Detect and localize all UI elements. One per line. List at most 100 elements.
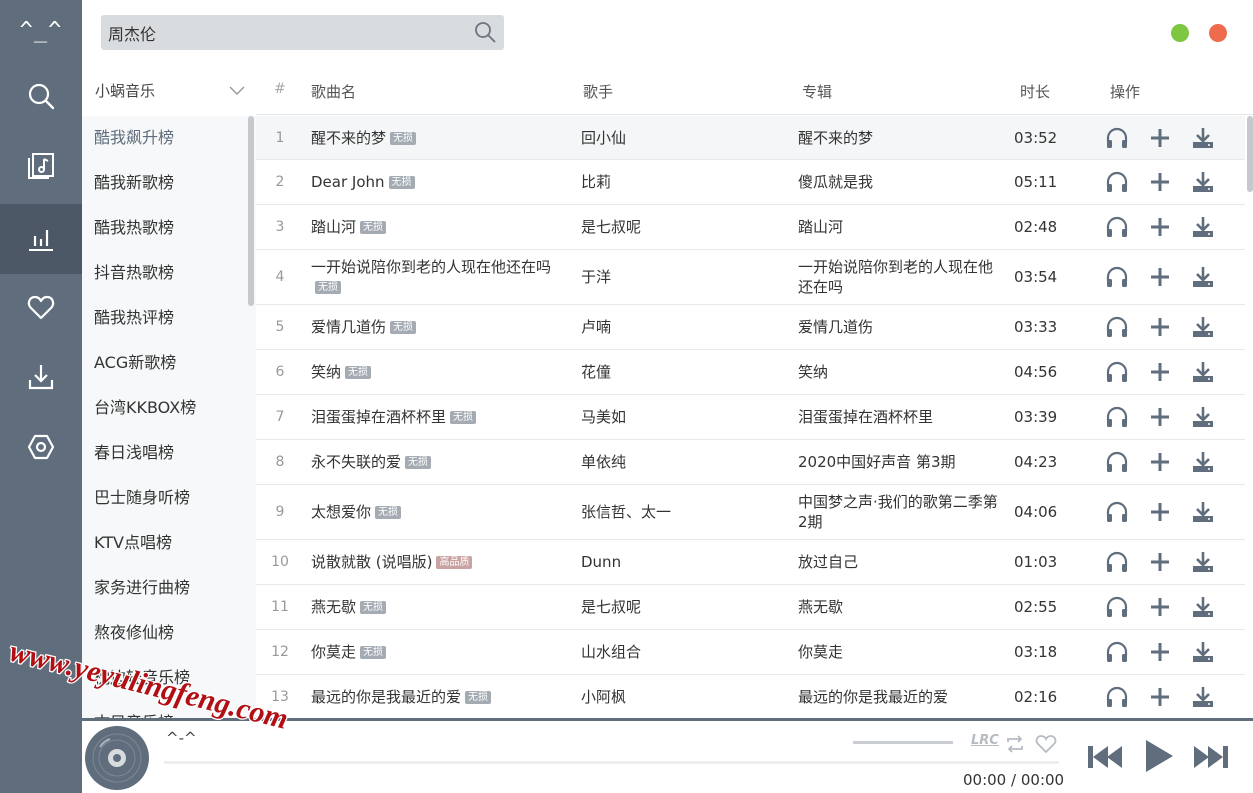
download-icon (1193, 127, 1213, 148)
nav-settings[interactable] (0, 412, 82, 482)
rank-item[interactable]: 台湾KKBOX榜 (94, 393, 196, 423)
headphones-button[interactable] (1104, 499, 1130, 525)
rank-list-scrollbar[interactable] (248, 116, 254, 306)
nav-favorites[interactable] (0, 272, 82, 342)
table-row[interactable]: 3 踏山河 无损 是七叔呢 踏山河 02:48 (256, 205, 1245, 250)
table-row[interactable]: 7 泪蛋蛋掉在酒杯杯里 无损 马美如 泪蛋蛋掉在酒杯杯里 03:39 (256, 395, 1245, 440)
table-row[interactable]: 8 永不失联的爱 无损 单依纯 2020中国好声音 第3期 04:23 (256, 440, 1245, 485)
song-name-text: 一开始说陪你到老的人现在他还在吗 (311, 258, 552, 276)
download-button[interactable] (1190, 404, 1216, 430)
previous-track-button[interactable] (1087, 741, 1125, 773)
song-name: 太想爱你 无损 (311, 502, 566, 522)
quality-badge: 无损 (375, 506, 402, 519)
row-actions (1102, 684, 1232, 710)
rank-item[interactable]: ACG新歌榜 (94, 348, 176, 378)
lyrics-toggle[interactable]: LRC (971, 733, 999, 755)
rank-item[interactable]: 酷我飙升榜 (94, 123, 174, 153)
song-album: 傻瓜就是我 (798, 173, 874, 191)
table-row[interactable]: 4 一开始说陪你到老的人现在他还在吗无损 于洋 一开始说陪你到老的人现在他还在吗 03:… (256, 250, 1245, 305)
rank-item[interactable]: 春日浅唱榜 (94, 438, 174, 468)
table-row[interactable]: 2 Dear John 无损 比莉 傻瓜就是我 05:11 (256, 160, 1245, 205)
add-button[interactable] (1147, 314, 1173, 340)
add-button[interactable] (1147, 684, 1173, 710)
song-duration: 02:16 (1014, 688, 1058, 706)
table-row[interactable]: 13 最远的你是我最近的爱 无损 小阿枫 最远的你是我最近的爱 02:16 (256, 675, 1245, 718)
add-icon (1151, 128, 1169, 147)
headphones-button[interactable] (1104, 594, 1130, 620)
download-button[interactable] (1190, 125, 1216, 151)
add-button[interactable] (1147, 404, 1173, 430)
maximize-button[interactable] (1171, 24, 1189, 42)
rank-item[interactable]: 酷我热歌榜 (94, 213, 174, 243)
source-select[interactable]: 小蜗音乐 (95, 80, 245, 102)
row-number: 3 (275, 219, 285, 235)
download-button[interactable] (1190, 449, 1216, 475)
rank-item[interactable]: KTV点唱榜 (94, 528, 172, 558)
repeat-icon[interactable] (1004, 733, 1026, 755)
nav-search[interactable] (0, 61, 82, 131)
song-duration: 01:03 (1014, 553, 1058, 571)
rank-item[interactable]: 家务进行曲榜 (94, 573, 190, 603)
search-icon (28, 83, 55, 110)
add-button[interactable] (1147, 264, 1173, 290)
headphones-button[interactable] (1104, 359, 1130, 385)
rank-item[interactable]: 巴士随身听榜 (94, 483, 190, 513)
add-button[interactable] (1147, 449, 1173, 475)
add-button[interactable] (1147, 499, 1173, 525)
rank-item[interactable]: 酷我新歌榜 (94, 168, 174, 198)
table-row[interactable]: 10 说散就散 (说唱版) 高品质 Dunn 放过自己 01:03 (256, 540, 1245, 585)
play-button[interactable] (1143, 737, 1175, 775)
add-button[interactable] (1147, 214, 1173, 240)
nav-charts[interactable] (0, 204, 82, 274)
table-row[interactable]: 6 笑纳 无损 花僮 笑纳 04:56 (256, 350, 1245, 395)
download-button[interactable] (1190, 684, 1216, 710)
headphones-button[interactable] (1104, 125, 1130, 151)
nav-playlist[interactable] (0, 131, 82, 201)
next-track-button[interactable] (1191, 741, 1229, 773)
volume-slider[interactable] (853, 741, 953, 744)
table-row[interactable]: 5 爱情几道伤 无损 卢喃 爱情几道伤 03:33 (256, 305, 1245, 350)
table-row[interactable]: 1 醒不来的梦 无损 回小仙 醒不来的梦 03:52 (256, 116, 1245, 160)
table-row[interactable]: 12 你莫走 无损 山水组合 你莫走 03:18 (256, 630, 1245, 675)
download-button[interactable] (1190, 549, 1216, 575)
close-button[interactable] (1209, 24, 1227, 42)
add-button[interactable] (1147, 359, 1173, 385)
song-name-text: 笑纳 (311, 363, 342, 381)
download-button[interactable] (1190, 594, 1216, 620)
headphones-button[interactable] (1104, 549, 1130, 575)
headphones-button[interactable] (1104, 314, 1130, 340)
headphones-button[interactable] (1104, 264, 1130, 290)
headphones-button[interactable] (1104, 169, 1130, 195)
song-duration: 04:56 (1014, 363, 1058, 381)
table-row[interactable]: 9 太想爱你 无损 张信哲、太一 中国梦之声·我们的歌第二季第2期 04:06 (256, 485, 1245, 540)
add-button[interactable] (1147, 125, 1173, 151)
download-button[interactable] (1190, 499, 1216, 525)
song-name-text: 踏山河 (311, 218, 357, 236)
rank-item[interactable]: 抖音热歌榜 (94, 258, 174, 288)
progress-bar[interactable] (164, 761, 1059, 764)
headphones-button[interactable] (1104, 214, 1130, 240)
table-row[interactable]: 11 燕无歇 无损 是七叔呢 燕无歇 02:55 (256, 585, 1245, 630)
nav-downloads[interactable] (0, 342, 82, 412)
song-artist: 是七叔呢 (581, 218, 642, 236)
rank-item[interactable]: 酷我热评榜 (94, 303, 174, 333)
headphones-button[interactable] (1104, 449, 1130, 475)
add-button[interactable] (1147, 639, 1173, 665)
download-button[interactable] (1190, 169, 1216, 195)
add-button[interactable] (1147, 169, 1173, 195)
favorite-icon[interactable] (1035, 733, 1057, 755)
download-button[interactable] (1190, 639, 1216, 665)
headphones-button[interactable] (1104, 684, 1130, 710)
song-name: Dear John 无损 (311, 172, 566, 192)
add-button[interactable] (1147, 594, 1173, 620)
search-icon[interactable] (474, 21, 496, 43)
download-button[interactable] (1190, 214, 1216, 240)
headphones-button[interactable] (1104, 639, 1130, 665)
song-table-scrollbar[interactable] (1247, 116, 1253, 192)
search-input[interactable] (101, 15, 461, 50)
download-button[interactable] (1190, 264, 1216, 290)
download-button[interactable] (1190, 314, 1216, 340)
download-button[interactable] (1190, 359, 1216, 385)
add-button[interactable] (1147, 549, 1173, 575)
headphones-button[interactable] (1104, 404, 1130, 430)
